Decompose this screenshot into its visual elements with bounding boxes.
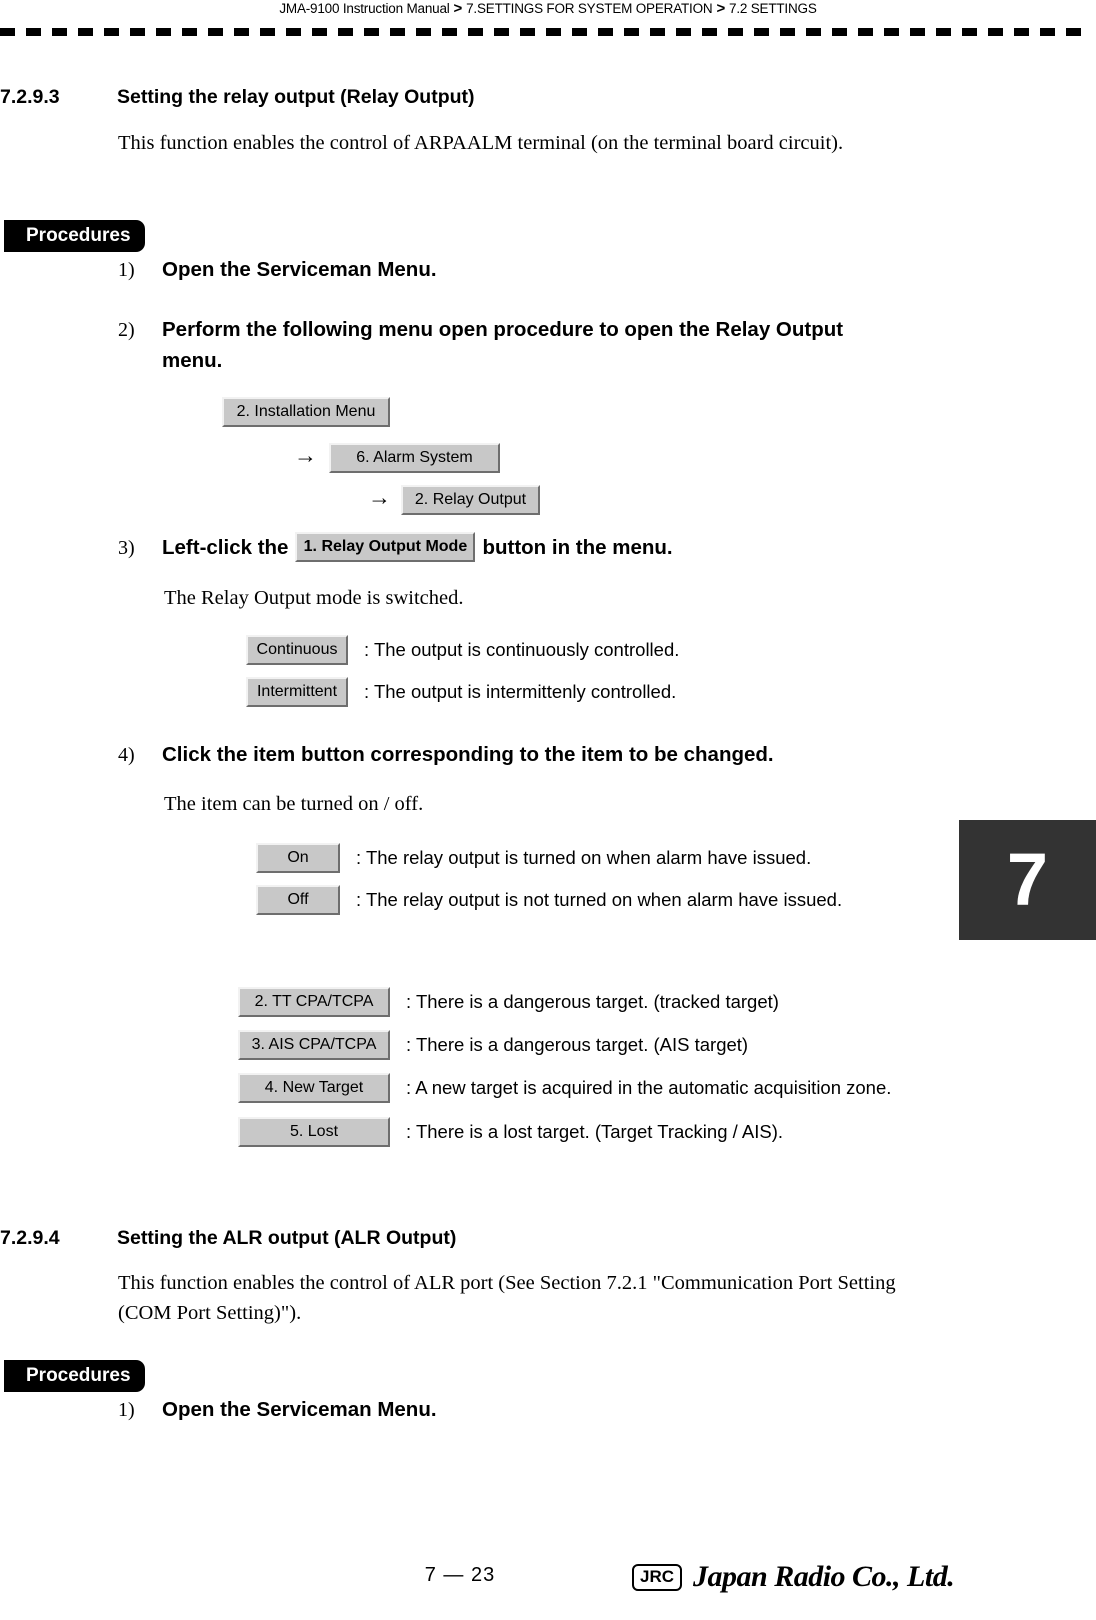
header-separator-1: > [453, 0, 463, 17]
onoff-desc-on: : The relay output is turned on when ala… [356, 847, 812, 868]
item-button-ais-cpa-tcpa[interactable]: 3. AIS CPA/TCPA [238, 1030, 390, 1060]
target-desc-lost: : There is a lost target. (Target Tracki… [406, 1121, 784, 1142]
menu-button-relay-output-mode[interactable]: 1. Relay Output Mode [295, 531, 476, 562]
target-option-lost-row: 5. Lost : There is a lost target. (Targe… [238, 1117, 783, 1147]
item-button-tt-cpa-tcpa[interactable]: 2. TT CPA/TCPA [238, 987, 390, 1017]
step-3-prefix-7293: Left-click the [162, 536, 289, 559]
menu-button-installation-menu[interactable]: 2. Installation Menu [222, 397, 390, 427]
relay-mode-note: The Relay Output mode is switched. [164, 587, 464, 609]
jrc-logo: JRC Japan Radio Co., Ltd. [632, 1560, 955, 1593]
header-separator-2: > [716, 0, 726, 17]
section-heading-7294: 7.2.9.4 Setting the ALR output (ALR Outpu… [0, 1227, 456, 1250]
procedures-badge-7293: Procedures [4, 220, 145, 252]
step-4-7293: 4) Click the item button corresponding t… [118, 739, 774, 770]
page-number: 7 — 23 [424, 1564, 496, 1586]
section-title-7294: Setting the ALR output (ALR Output) [117, 1227, 457, 1249]
mode-option-intermittent-row: Intermittent : The output is intermitten… [246, 677, 676, 707]
step-4-number-7293: 4) [118, 744, 135, 766]
mode-button-continuous[interactable]: Continuous [246, 635, 348, 665]
step-3-suffix-7293: button in the menu. [482, 536, 673, 559]
target-option-new-target-row: 4. New Target : A new target is acquired… [238, 1073, 891, 1103]
page-header: JMA-9100 Instruction Manual >7.SETTINGS F… [0, 0, 1096, 17]
procedures-badge-label-7293: Procedures [26, 225, 131, 246]
menu-button-relay-output[interactable]: 2. Relay Output [401, 485, 540, 515]
mode-button-intermittent[interactable]: Intermittent [246, 677, 348, 707]
step-1-7294: 1) Open the Serviceman Menu. [118, 1394, 437, 1425]
onoff-desc-off: : The relay output is not turned on when… [356, 889, 843, 910]
item-onoff-note: The item can be turned on / off. [164, 793, 424, 815]
target-desc-tt-cpa-tcpa: : There is a dangerous target. (tracked … [406, 991, 779, 1012]
menu-path-arrow-2: → [368, 485, 391, 510]
header-manual-title: JMA-9100 Instruction Manual [279, 1, 450, 16]
item-button-on[interactable]: On [256, 843, 340, 873]
step-1-number-7294: 1) [118, 1399, 135, 1421]
onoff-option-off-row: Off : The relay output is not turned on … [256, 885, 842, 915]
section-intro-7293: This function enables the control of ARP… [118, 132, 844, 154]
mode-option-continuous-row: Continuous : The output is continuously … [246, 635, 679, 665]
step-3-7293: 3) Left-click the 1. Relay Output Mode but… [118, 531, 673, 564]
item-button-new-target[interactable]: 4. New Target [238, 1073, 390, 1103]
header-dashed-rule [0, 28, 1090, 36]
step-3-text-7293: Left-click the 1. Relay Output Mode button… [162, 531, 673, 564]
step-1-7293: 1) Open the Serviceman Menu. [118, 254, 437, 285]
item-button-lost[interactable]: 5. Lost [238, 1117, 390, 1147]
step-1-text-7293: Open the Serviceman Menu. [162, 258, 437, 281]
section-number-7293: 7.2.9.3 [0, 86, 60, 108]
menu-button-alarm-system[interactable]: 6. Alarm System [329, 443, 500, 473]
section-intro-7294: This function enables the control of ALR… [118, 1272, 896, 1324]
section-number-7294: 7.2.9.4 [0, 1227, 60, 1249]
target-desc-ais-cpa-tcpa: : There is a dangerous target. (AIS targ… [406, 1034, 749, 1055]
target-option-tt-cpa-row: 2. TT CPA/TCPA : There is a dangerous ta… [238, 987, 779, 1017]
chapter-tab: 7 [959, 820, 1096, 940]
jrc-logo-mark: JRC [632, 1563, 683, 1591]
step-1-number-7293: 1) [118, 259, 135, 281]
procedures-badge-7294: Procedures [4, 1360, 145, 1392]
mode-desc-intermittent: : The output is intermittenly controlled… [364, 681, 677, 702]
step-3-number-7293: 3) [118, 537, 135, 559]
step-2-text-7293: Perform the following menu open procedur… [162, 318, 844, 372]
procedures-badge-label-7294: Procedures [26, 1365, 131, 1386]
step-2-number-7293: 2) [118, 319, 135, 341]
header-chapter: 7.SETTINGS FOR SYSTEM OPERATION [466, 1, 713, 16]
chapter-tab-number: 7 [1006, 838, 1049, 921]
menu-path-arrow-1: → [294, 443, 317, 468]
target-option-ais-cpa-row: 3. AIS CPA/TCPA : There is a dangerous t… [238, 1030, 748, 1060]
step-1-text-7294: Open the Serviceman Menu. [162, 1398, 437, 1421]
header-section: 7.2 SETTINGS [729, 1, 817, 16]
target-desc-new-target: : A new target is acquired in the automa… [406, 1077, 892, 1098]
jrc-logo-name: Japan Radio Co., Ltd. [693, 1560, 955, 1593]
item-button-off[interactable]: Off [256, 885, 340, 915]
mode-desc-continuous: : The output is continuously controlled. [364, 639, 680, 660]
step-2-7293: 2) Perform the following menu open proce… [118, 314, 902, 376]
section-title-7293: Setting the relay output (Relay Output) [117, 86, 475, 108]
section-heading-7293: 7.2.9.3 Setting the relay output (Relay O… [0, 86, 475, 109]
onoff-option-on-row: On : The relay output is turned on when … [256, 843, 811, 873]
step-4-text-7293: Click the item button corresponding to t… [162, 743, 774, 766]
